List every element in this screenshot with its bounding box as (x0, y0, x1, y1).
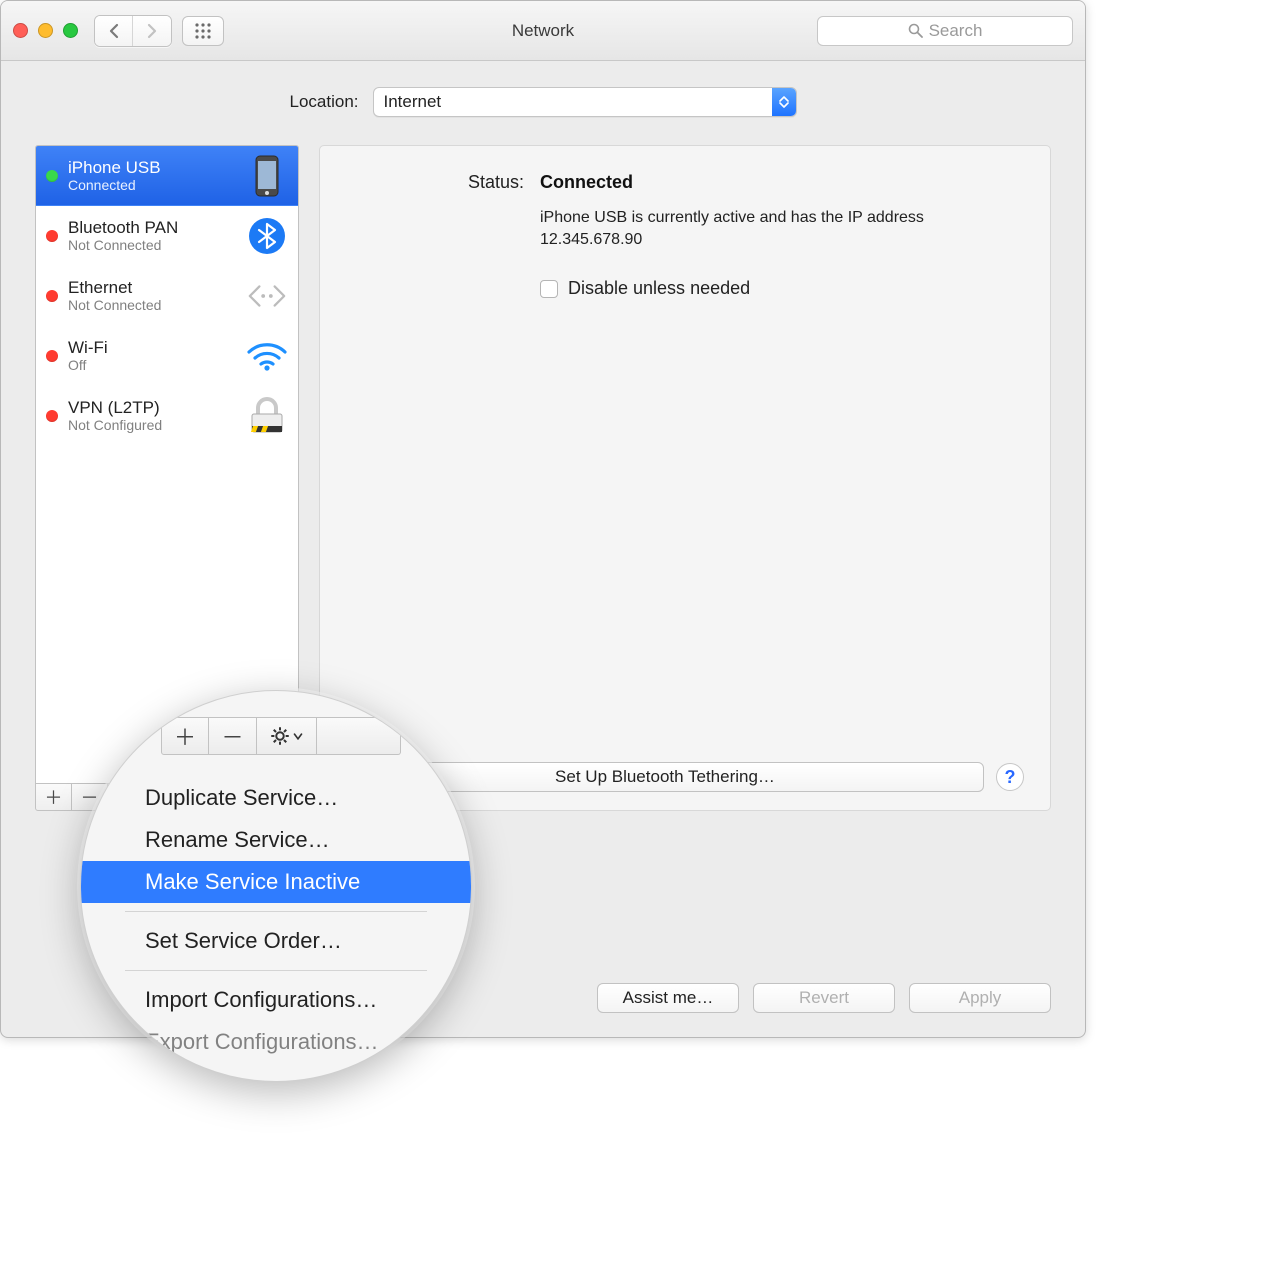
status-dot-icon (46, 290, 58, 302)
assist-button[interactable]: Assist me… (597, 983, 739, 1013)
service-name: Wi-Fi (68, 338, 236, 358)
status-label: Status: (346, 172, 524, 193)
service-text: VPN (L2TP) Not Configured (68, 398, 236, 434)
service-status: Not Connected (68, 237, 236, 253)
location-value: Internet (384, 92, 442, 112)
gear-menu-button-zoom[interactable] (257, 717, 317, 755)
service-status: Not Configured (68, 417, 236, 433)
menu-separator (125, 970, 427, 971)
add-service-button[interactable]: ＋ (36, 784, 72, 810)
location-label: Location: (290, 92, 359, 112)
chevron-down-icon (293, 733, 303, 740)
revert-label: Revert (799, 988, 849, 1008)
detail-panel: Status: Connected iPhone USB is currentl… (319, 145, 1051, 811)
menu-rename-service[interactable]: Rename Service… (81, 819, 471, 861)
menu-separator (125, 911, 427, 912)
service-item-wifi[interactable]: Wi-Fi Off (36, 326, 298, 386)
menu-import-configurations[interactable]: Import Configurations… (81, 979, 471, 1021)
show-all-button[interactable] (182, 16, 224, 46)
bottom-buttons: Assist me… Revert Apply (597, 983, 1051, 1013)
detail-bottom: Set Up Bluetooth Tethering… ? (346, 762, 1024, 792)
add-service-button-zoom[interactable]: ＋ (161, 717, 209, 755)
service-item-ethernet[interactable]: Ethernet Not Connected (36, 266, 298, 326)
service-status: Not Connected (68, 297, 236, 313)
menu-set-service-order[interactable]: Set Service Order… (81, 920, 471, 962)
search-field[interactable]: Search (817, 16, 1073, 46)
nav-back-forward (94, 15, 172, 47)
status-dot-icon (46, 350, 58, 362)
bluetooth-icon (246, 215, 288, 257)
chevron-right-icon (146, 23, 158, 39)
wifi-icon (246, 335, 288, 377)
apply-label: Apply (959, 988, 1002, 1008)
close-button[interactable] (13, 23, 28, 38)
service-name: VPN (L2TP) (68, 398, 236, 418)
chevron-left-icon (108, 23, 120, 39)
service-name: Bluetooth PAN (68, 218, 236, 238)
select-arrows-icon (772, 88, 796, 116)
gear-icon (270, 726, 290, 746)
service-item-bluetooth-pan[interactable]: Bluetooth PAN Not Connected (36, 206, 298, 266)
revert-button[interactable]: Revert (753, 983, 895, 1013)
lock-icon (246, 395, 288, 437)
service-status: Connected (68, 177, 236, 193)
service-text: iPhone USB Connected (68, 158, 236, 194)
status-value: Connected (540, 172, 633, 193)
menu-make-service-inactive[interactable]: Make Service Inactive (81, 861, 471, 903)
status-description: iPhone USB is currently active and has t… (540, 207, 980, 250)
traffic-lights (13, 23, 78, 38)
setup-tethering-label: Set Up Bluetooth Tethering… (555, 767, 775, 787)
status-dot-icon (46, 170, 58, 182)
service-item-iphone-usb[interactable]: iPhone USB Connected (36, 146, 298, 206)
disable-checkbox-row[interactable]: Disable unless needed (540, 278, 1024, 299)
titlebar: Network Search (1, 1, 1085, 61)
service-name: iPhone USB (68, 158, 236, 178)
location-select[interactable]: Internet (373, 87, 797, 117)
service-list[interactable]: iPhone USB Connected Bluetooth PAN Not C… (35, 145, 299, 784)
service-text: Bluetooth PAN Not Connected (68, 218, 236, 254)
service-status: Off (68, 357, 236, 373)
zoom-magnifier: ＋ － Duplicate Service… Rename Service… M… (80, 690, 472, 1082)
location-row: Location: Internet (35, 87, 1051, 117)
menu-duplicate-service[interactable]: Duplicate Service… (81, 777, 471, 819)
service-text: Ethernet Not Connected (68, 278, 236, 314)
search-placeholder: Search (929, 21, 983, 41)
zoomed-footer: ＋ － (161, 717, 401, 755)
back-button[interactable] (95, 16, 133, 46)
apply-button[interactable]: Apply (909, 983, 1051, 1013)
grid-icon (194, 22, 212, 40)
menu-export-configurations[interactable]: Export Configurations… (81, 1021, 471, 1063)
service-item-vpn[interactable]: VPN (L2TP) Not Configured (36, 386, 298, 446)
service-name: Ethernet (68, 278, 236, 298)
ethernet-icon (246, 275, 288, 317)
zoom-button[interactable] (63, 23, 78, 38)
forward-button[interactable] (133, 16, 171, 46)
status-row: Status: Connected (346, 172, 1024, 193)
assist-label: Assist me… (623, 988, 714, 1008)
status-dot-icon (46, 410, 58, 422)
search-icon (908, 23, 923, 38)
iphone-icon (246, 155, 288, 197)
help-button[interactable]: ? (996, 763, 1024, 791)
footer-spacer-zoom (317, 717, 401, 755)
disable-checkbox-label: Disable unless needed (568, 278, 750, 299)
remove-service-button-zoom[interactable]: － (209, 717, 257, 755)
minimize-button[interactable] (38, 23, 53, 38)
status-dot-icon (46, 230, 58, 242)
service-text: Wi-Fi Off (68, 338, 236, 374)
disable-checkbox[interactable] (540, 280, 558, 298)
